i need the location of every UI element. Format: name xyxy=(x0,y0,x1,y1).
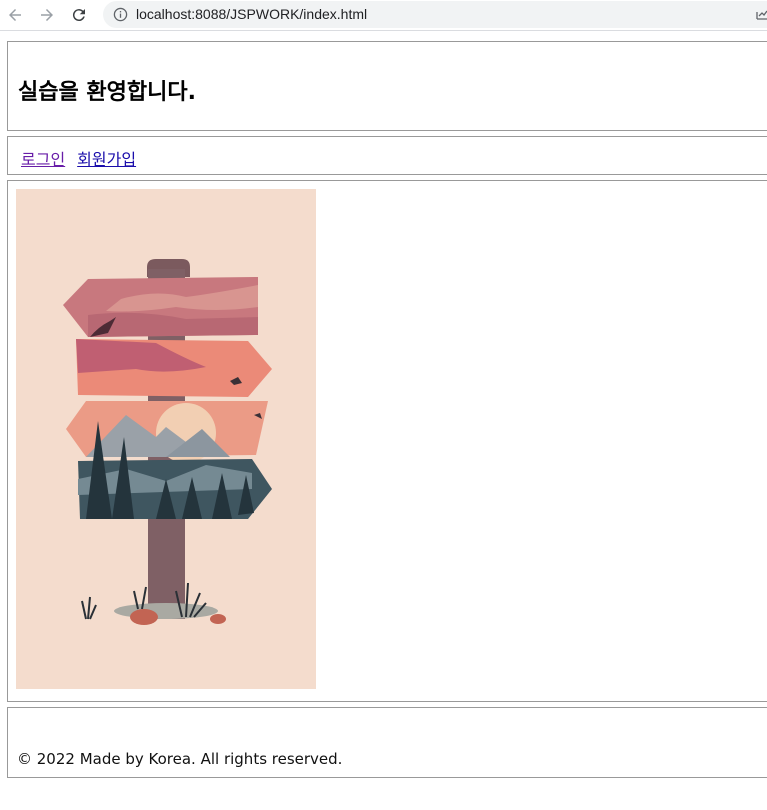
header-section: 실습을 환영합니다. xyxy=(7,41,767,131)
reload-button[interactable] xyxy=(68,4,90,26)
nav-section: 로그인 회원가입 xyxy=(7,136,767,175)
page-title: 실습을 환영합니다. xyxy=(18,80,196,105)
footer-section: © 2022 Made by Korea. All rights reserve… xyxy=(7,707,767,778)
login-link[interactable]: 로그인 xyxy=(21,150,65,169)
url-text[interactable]: localhost:8088/JSPWORK/index.html xyxy=(136,6,367,22)
content-section xyxy=(7,180,767,702)
signup-link[interactable]: 회원가입 xyxy=(77,150,136,169)
signpost-illustration xyxy=(16,189,316,689)
back-arrow-icon xyxy=(9,9,21,21)
copyright-text: © 2022 Made by Korea. All rights reserve… xyxy=(17,750,343,768)
reload-icon xyxy=(72,9,85,22)
forward-button[interactable] xyxy=(36,4,58,26)
address-bar[interactable]: localhost:8088/JSPWORK/index.html xyxy=(103,1,767,28)
browser-toolbar: localhost:8088/JSPWORK/index.html xyxy=(0,0,767,31)
share-icon[interactable] xyxy=(755,7,767,21)
info-icon[interactable] xyxy=(113,7,128,22)
forward-arrow-icon xyxy=(41,9,53,21)
back-button[interactable] xyxy=(4,4,26,26)
nav-links: 로그인 회원가입 xyxy=(21,146,148,170)
